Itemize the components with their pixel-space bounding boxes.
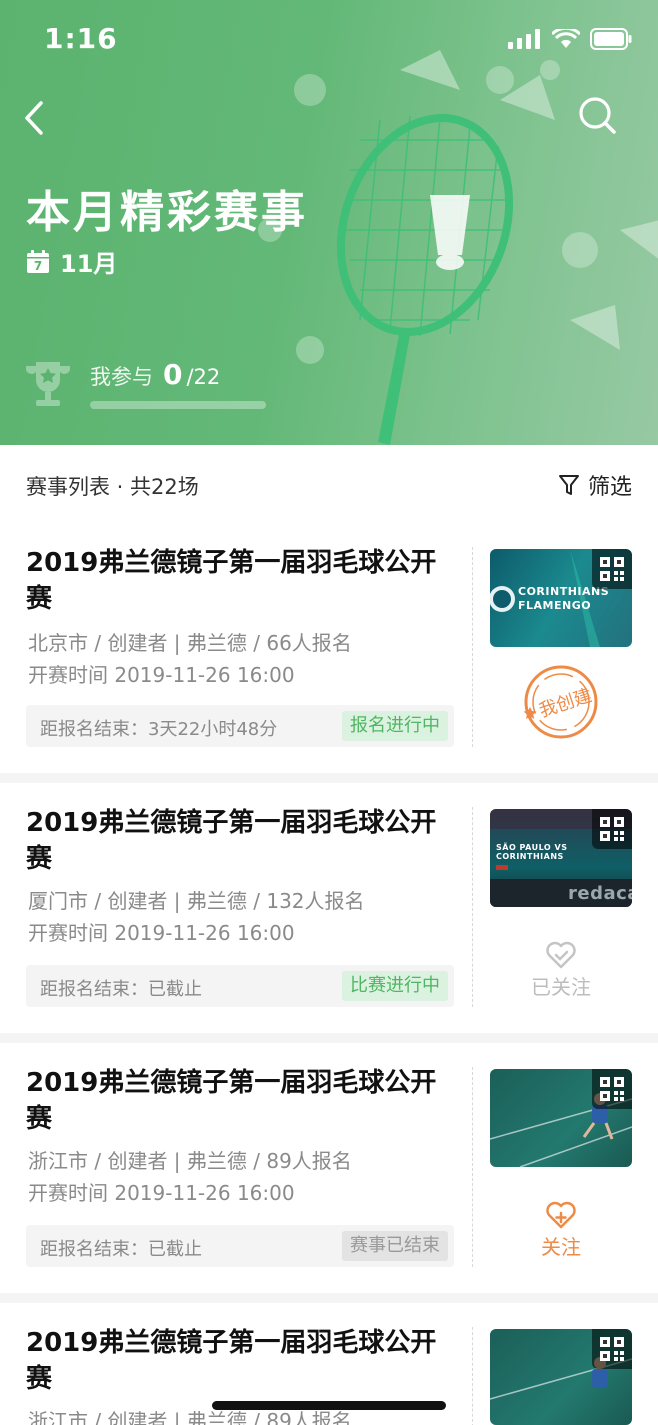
card-gap [0, 1033, 658, 1043]
event-card[interactable]: 2019弗兰德镜子第一届羽毛球公开赛 北京市 / 创建者 | 弗兰德 / 66人… [0, 523, 658, 773]
qr-code-icon [600, 557, 624, 581]
qr-code-button[interactable] [592, 809, 632, 849]
card-gap [0, 1293, 658, 1303]
trophy-icon [26, 362, 70, 406]
event-card[interactable]: 2019弗兰德镜子第一届羽毛球公开赛 厦门市 / 创建者 | 弗兰德 / 132… [0, 783, 658, 1033]
badminton-illustration [258, 50, 658, 445]
event-thumbnail[interactable] [490, 1329, 632, 1425]
wifi-icon [552, 29, 580, 48]
qr-code-button[interactable] [592, 549, 632, 589]
month-selector[interactable]: 7 11月 [26, 244, 117, 279]
filter-button[interactable]: 筛选 [558, 469, 632, 501]
event-start-time: 开赛时间 2019-11-26 16:00 [28, 663, 295, 687]
list-title: 赛事列表 · 共22场 [26, 475, 199, 499]
calendar-icon: 7 [26, 249, 50, 274]
event-thumbnail[interactable]: SÃO PAULO VS CORINTHIANS redaca [490, 809, 632, 907]
event-title: 2019弗兰德镜子第一届羽毛球公开赛 [26, 548, 437, 614]
filter-label: 筛选 [587, 475, 632, 500]
thumbnail-text: redaca [568, 883, 632, 904]
card-divider [472, 1327, 473, 1425]
search-button[interactable] [578, 96, 618, 136]
battery-icon [590, 28, 632, 50]
status-icons [508, 28, 632, 50]
list-header: 赛事列表 · 共22场 筛选 [0, 445, 658, 523]
card-gap [0, 773, 658, 783]
qr-code-button[interactable] [592, 1069, 632, 1109]
follow-button[interactable]: 关注 [490, 1201, 632, 1260]
hero-header: 1:16 本月精彩赛事 7 11月 我参与 0 /22 [0, 0, 658, 445]
event-start-time: 开赛时间 2019-11-26 16:00 [28, 1181, 295, 1205]
qr-code-button[interactable] [592, 1329, 632, 1369]
search-icon [579, 97, 616, 134]
deadline-box: 距报名结束：已截止 赛事已结束 [26, 1225, 454, 1267]
event-thumbnail[interactable]: CORINTHIANS FLAMENGO [490, 549, 632, 647]
heart-add-icon [546, 1201, 576, 1229]
participation-count: 0 [163, 358, 183, 391]
follow-label: 关注 [541, 1235, 581, 1259]
event-meta: 厦门市 / 创建者 | 弗兰德 / 132人报名 [28, 889, 365, 913]
participation-label: 我参与 [90, 365, 153, 389]
event-title: 2019弗兰德镜子第一届羽毛球公开赛 [26, 1068, 437, 1134]
event-start-time: 开赛时间 2019-11-26 16:00 [28, 921, 295, 945]
qr-code-icon [600, 1077, 624, 1101]
heart-icon [546, 941, 576, 969]
deadline-box: 距报名结束：3天22小时48分 报名进行中 [26, 705, 454, 747]
event-thumbnail[interactable] [490, 1069, 632, 1167]
status-badge: 赛事已结束 [342, 1231, 448, 1261]
participation-progress [90, 401, 266, 409]
calendar-day: 7 [33, 258, 43, 273]
back-icon [25, 101, 43, 135]
signal-icon [508, 29, 540, 49]
thumbnail-text: FLAMENGO [518, 599, 592, 612]
deadline-box: 距报名结束：已截止 比赛进行中 [26, 965, 454, 1007]
event-meta: 北京市 / 创建者 | 弗兰德 / 66人报名 [28, 631, 352, 655]
status-badge: 比赛进行中 [342, 971, 448, 1001]
event-meta: 浙江市 / 创建者 | 弗兰德 / 89人报名 [28, 1149, 352, 1173]
status-time: 1:16 [44, 22, 118, 55]
card-divider [472, 1067, 473, 1267]
filter-icon [558, 475, 579, 495]
home-indicator [212, 1401, 446, 1410]
participation-summary: 我参与 0 /22 [90, 358, 220, 391]
event-title: 2019弗兰德镜子第一届羽毛球公开赛 [26, 808, 437, 874]
month-label: 11月 [60, 250, 118, 278]
event-card[interactable]: 2019弗兰德镜子第一届羽毛球公开赛 浙江市 / 创建者 | 弗兰德 / 89人… [0, 1043, 658, 1293]
back-button[interactable] [14, 96, 54, 140]
deadline-text: 距报名结束：3天22小时48分 [40, 719, 278, 740]
card-divider [472, 807, 473, 1007]
status-badge: 报名进行中 [342, 711, 448, 741]
created-stamp: 我创建 [522, 663, 600, 741]
deadline-text: 距报名结束：已截止 [40, 979, 202, 1000]
deadline-text: 距报名结束：已截止 [40, 1239, 202, 1260]
page-title: 本月精彩赛事 [26, 187, 308, 238]
card-divider [472, 547, 473, 747]
event-title: 2019弗兰德镜子第一届羽毛球公开赛 [26, 1328, 437, 1394]
followed-label: 已关注 [531, 975, 591, 999]
participation-total: /22 [186, 365, 221, 389]
status-bar: 1:16 [0, 0, 658, 80]
followed-button[interactable]: 已关注 [490, 941, 632, 1000]
qr-code-icon [600, 1337, 624, 1361]
qr-code-icon [600, 817, 624, 841]
